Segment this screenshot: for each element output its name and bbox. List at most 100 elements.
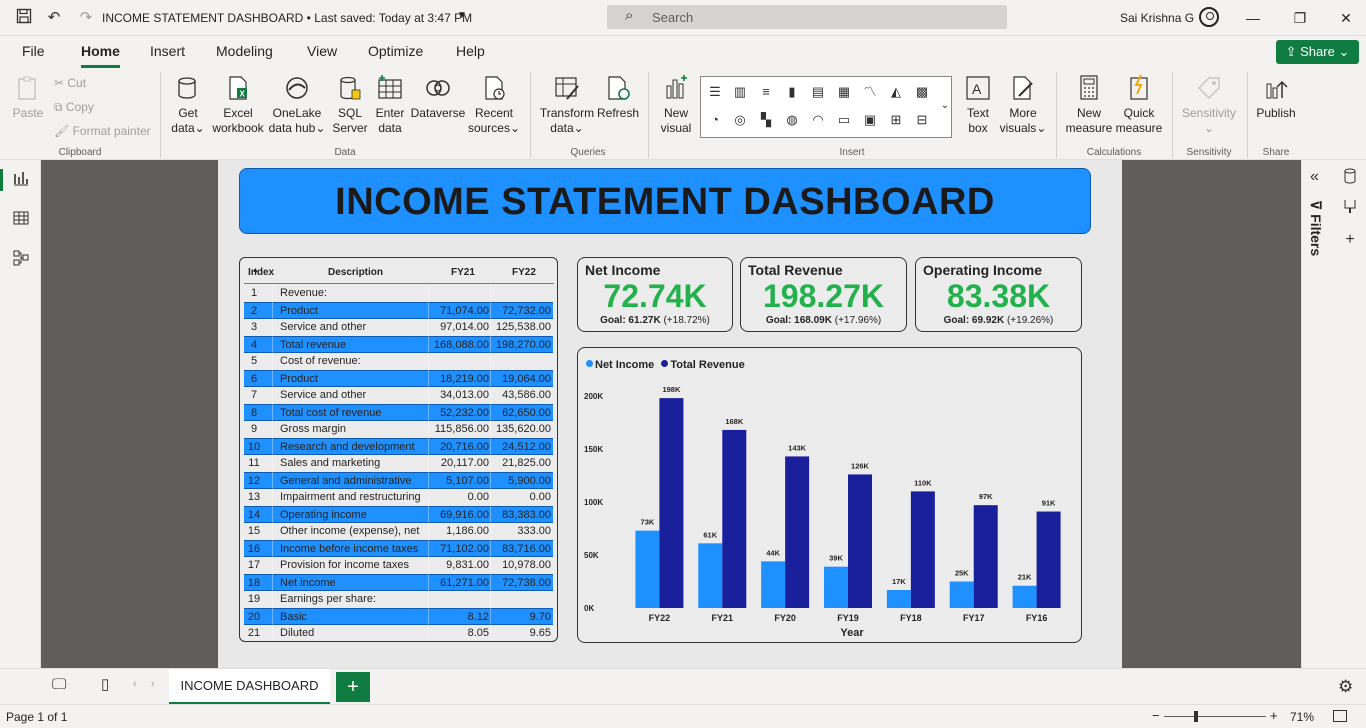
fit-to-page-icon[interactable]	[1333, 710, 1347, 722]
line-column-chart-icon[interactable]: ▩	[912, 83, 932, 101]
avatar[interactable]	[1199, 7, 1219, 27]
next-page-icon[interactable]: ›	[151, 678, 155, 690]
filters-label[interactable]: ⊽ Filters	[1308, 200, 1324, 256]
page-tab-income-dashboard[interactable]: INCOME DASHBOARD	[169, 669, 330, 705]
search-input[interactable]: ⌕ Search	[607, 5, 1007, 29]
table-row[interactable]: 3 Service and other 97,014.00 125,538.00	[244, 319, 553, 336]
table-visual-icon[interactable]: ⊞	[886, 111, 906, 129]
header-description[interactable]: Description	[328, 267, 383, 278]
mobile-layout-icon[interactable]: ▯	[101, 675, 109, 693]
pie-chart-icon[interactable]: ◔	[705, 111, 725, 129]
table-row[interactable]: 20 Basic 8.12 9.70	[244, 608, 553, 625]
table-row[interactable]: 15 Other income (expense), net 1,186.00 333…	[244, 523, 553, 540]
publish-button[interactable]: Publish	[1253, 74, 1299, 121]
report-view-icon[interactable]	[11, 170, 31, 190]
table-row[interactable]: 12 General and administrative 5,107.00 5,90…	[244, 472, 553, 489]
text-box-button[interactable]: A Text box	[958, 74, 998, 136]
area-chart-icon[interactable]: ◭	[886, 83, 906, 101]
share-button[interactable]: ⇪ Share ⌄	[1276, 40, 1359, 64]
copy-button[interactable]: ⧉ Copy	[54, 100, 94, 115]
data-pane-icon[interactable]	[1340, 168, 1360, 188]
table-row[interactable]: 7 Service and other 34,013.00 43,586.00	[244, 387, 553, 404]
table-row[interactable]: 9 Gross margin 115,856.00 135,620.00	[244, 421, 553, 438]
excel-workbook-button[interactable]: X Excel workbook	[210, 74, 266, 136]
document-title[interactable]: INCOME STATEMENT DASHBOARD • Last saved:…	[102, 11, 472, 25]
previous-page-icon[interactable]: ‹	[133, 678, 137, 690]
sql-server-button[interactable]: SQL Server	[330, 74, 370, 136]
visual-gallery[interactable]: ☰ ▥ ≡ ▮ ▤ ▦ 〽 ◭ ▩ ◔ ◎ ▚ ◍ ◠ ▭ ▣ ⊞ ⊟ ⌄	[700, 76, 952, 138]
format-painter-button[interactable]: 🖌 Format painter	[54, 124, 151, 138]
tab-file[interactable]: File	[22, 43, 45, 59]
model-view-icon[interactable]	[11, 250, 31, 270]
kpi-card-net-income[interactable]: Net Income 72.74K Goal: 61.27K (+18.72%)	[577, 257, 733, 332]
enter-data-button[interactable]: Enter data	[370, 74, 410, 136]
collapse-icon[interactable]: «	[1310, 168, 1319, 186]
get-data-button[interactable]: Get data⌄	[167, 74, 209, 136]
dataverse-button[interactable]: Dataverse	[410, 74, 466, 121]
undo-icon[interactable]: ↶	[44, 8, 64, 28]
100-stacked-column-icon[interactable]: ▦	[834, 83, 854, 101]
recent-sources-button[interactable]: Recent sources⌄	[467, 74, 521, 136]
table-row[interactable]: 19 Earnings per share:	[244, 591, 553, 608]
zoom-in-button[interactable]: +	[1270, 708, 1278, 723]
table-row[interactable]: 2 Product 71,074.00 72,732.00	[244, 302, 553, 319]
map-icon[interactable]: ◍	[782, 111, 802, 129]
table-row[interactable]: 14 Operating income 69,916.00 83,383.00	[244, 506, 553, 523]
minimize-icon[interactable]: —	[1243, 8, 1263, 28]
table-row[interactable]: 16 Income before income taxes 71,102.00 83,…	[244, 540, 553, 557]
tab-insert[interactable]: Insert	[150, 43, 185, 59]
new-measure-button[interactable]: New measure	[1064, 74, 1114, 136]
income-statement-table[interactable]: Index ▲ Description FY21 FY22 1 Revenue: 2…	[239, 257, 558, 642]
zoom-slider-thumb[interactable]	[1194, 711, 1198, 722]
treemap-icon[interactable]: ▚	[756, 111, 776, 129]
stacked-bar-chart-icon[interactable]: ☰	[705, 83, 725, 101]
transform-data-button[interactable]: Transform data⌄	[539, 74, 595, 136]
onelake-data-hub-button[interactable]: OneLake data hub⌄	[268, 74, 326, 136]
matrix-icon[interactable]: ⊟	[912, 111, 932, 129]
sensitivity-button[interactable]: Sensitivity ⌄	[1178, 74, 1240, 136]
table-row[interactable]: 8 Total cost of revenue 52,232.00 62,650.00	[244, 404, 553, 421]
refresh-button[interactable]: Refresh	[596, 74, 640, 121]
line-chart-icon[interactable]: 〽	[860, 83, 880, 101]
table-row[interactable]: 17 Provision for income taxes 9,831.00 10,9…	[244, 557, 553, 574]
table-row[interactable]: 5 Cost of revenue:	[244, 353, 553, 370]
quick-measure-button[interactable]: Quick measure	[1114, 74, 1164, 136]
table-row[interactable]: 18 Net income 61,271.00 72,738.00	[244, 574, 553, 591]
zoom-out-button[interactable]: −	[1152, 708, 1160, 723]
user-name[interactable]: Sai Krishna G	[1120, 11, 1194, 25]
zoom-level[interactable]: 71%	[1290, 710, 1314, 724]
card-icon[interactable]: ▭	[834, 111, 854, 129]
gauge-icon[interactable]: ◠	[808, 111, 828, 129]
cut-button[interactable]: ✂ Cut	[54, 76, 86, 90]
chevron-down-icon[interactable]: ⌄	[935, 97, 955, 115]
close-icon[interactable]: ✕	[1336, 8, 1356, 28]
tab-optimize[interactable]: Optimize	[368, 43, 423, 59]
donut-chart-icon[interactable]: ◎	[730, 111, 750, 129]
table-row[interactable]: 21 Diluted 8.05 9.65	[244, 625, 553, 641]
header-fy21[interactable]: FY21	[451, 267, 475, 278]
save-icon[interactable]	[14, 8, 34, 28]
tab-home[interactable]: Home	[81, 43, 120, 68]
add-page-button[interactable]: +	[336, 672, 370, 702]
new-visual-button[interactable]: New visual	[656, 74, 696, 136]
table-row[interactable]: 6 Product 18,219.00 19,064.00	[244, 370, 553, 387]
paste-button[interactable]: Paste	[10, 74, 46, 121]
redo-icon[interactable]: ↷	[76, 8, 96, 28]
table-row[interactable]: 4 Total revenue 168,088.00 198,270.00	[244, 336, 553, 353]
kpi-card-operating-income[interactable]: Operating Income 83.38K Goal: 69.92K (+1…	[915, 257, 1082, 332]
add-icon[interactable]: +	[1340, 230, 1360, 250]
table-view-icon[interactable]	[11, 210, 31, 230]
settings-gear-icon[interactable]: ⚙	[1338, 677, 1353, 697]
dashboard-title[interactable]: INCOME STATEMENT DASHBOARD	[239, 168, 1091, 234]
zoom-slider[interactable]	[1164, 716, 1266, 717]
revenue-income-chart[interactable]: Net Income Total Revenue 0K 50K 100K 150K 20…	[577, 347, 1082, 643]
chevron-down-icon[interactable]: ▼	[457, 10, 467, 21]
kpi-card-total-revenue[interactable]: Total Revenue 198.27K Goal: 168.09K (+17…	[740, 257, 907, 332]
clustered-bar-chart-icon[interactable]: ≡	[756, 83, 776, 101]
tab-help[interactable]: Help	[456, 43, 485, 59]
header-fy22[interactable]: FY22	[512, 267, 536, 278]
format-pane-icon[interactable]	[1340, 198, 1360, 218]
table-row[interactable]: 10 Research and development 20,716.00 24,51…	[244, 438, 553, 455]
table-row[interactable]: 13 Impairment and restructuring 0.00 0.00	[244, 489, 553, 506]
table-row[interactable]: 1 Revenue:	[244, 285, 553, 302]
